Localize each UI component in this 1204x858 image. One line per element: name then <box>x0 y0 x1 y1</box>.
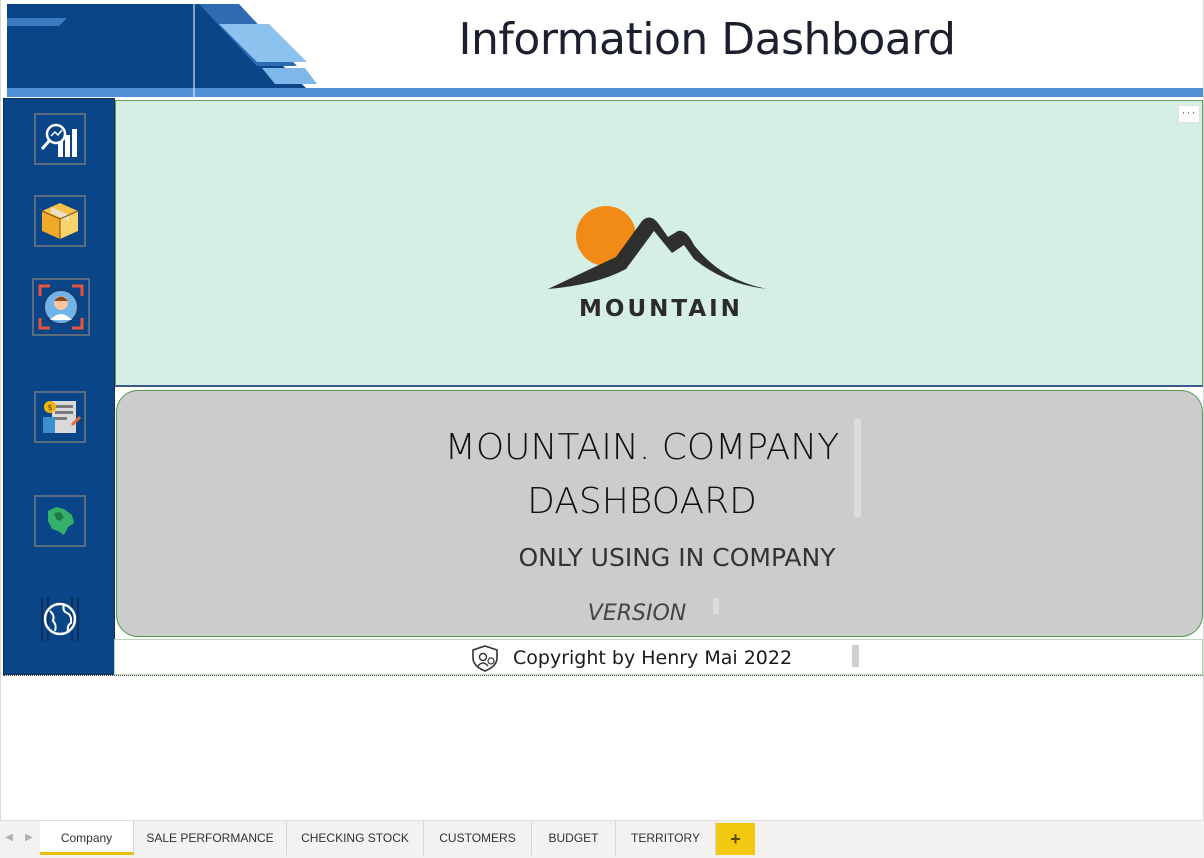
logo-wordmark: MOUNTAIN <box>579 296 743 322</box>
nav-button-sale-performance[interactable] <box>34 113 86 165</box>
svg-text:$: $ <box>47 403 52 412</box>
tab-scroll-left-icon[interactable]: ◀ <box>0 821 18 855</box>
card-title-line1: MOUNTAIN. COMPANY <box>444 427 840 468</box>
box-icon <box>41 203 79 239</box>
tab-customers[interactable]: CUSTOMERS <box>424 821 532 855</box>
text-scrollbar[interactable] <box>854 419 861 517</box>
version-scrollbar[interactable] <box>713 598 719 614</box>
globe-icon <box>41 597 79 641</box>
add-page-button[interactable]: + <box>716 823 755 855</box>
copyright-bar: Copyright by Henry Mai 2022 <box>114 639 1203 675</box>
card-version: VERSION <box>587 601 687 626</box>
tab-scroll-right-icon[interactable]: ▶ <box>20 821 38 855</box>
card-title-line2: DASHBOARD <box>527 481 757 522</box>
card-title: MOUNTAIN. COMPANY DASHBOARD <box>417 421 867 529</box>
tab-sale-performance[interactable]: SALE PERFORMANCE <box>134 821 287 855</box>
page-title: Information Dashboard <box>458 14 956 65</box>
budget-icon: $ <box>43 401 82 433</box>
report-canvas: Information Dashboard $ ··· MOUNTAIN MOU… <box>0 0 1204 820</box>
nav-button-budget[interactable]: $ <box>34 391 86 443</box>
copyright-scrollbar[interactable] <box>852 645 859 667</box>
nav-button-territory-globe[interactable] <box>34 593 86 645</box>
more-options-button[interactable]: ··· <box>1178 105 1200 123</box>
nav-button-customers[interactable] <box>32 278 90 336</box>
card-subtitle: ONLY USING IN COMPANY <box>518 543 836 572</box>
tab-budget[interactable]: BUDGET <box>532 821 616 855</box>
nav-button-checking-stock[interactable] <box>34 195 86 247</box>
copyright-text: Copyright by Henry Mai 2022 <box>513 647 793 669</box>
tab-territory[interactable]: TERRITORY <box>616 821 716 855</box>
tab-company[interactable]: Company <box>40 821 134 855</box>
tab-checking-stock[interactable]: CHECKING STOCK <box>287 821 424 855</box>
map-icon <box>48 507 74 535</box>
header-banner: Information Dashboard <box>7 4 1203 97</box>
shield-icon <box>472 645 498 672</box>
nav-sidebar: $ <box>3 98 115 675</box>
sales-chart-icon <box>40 123 77 157</box>
logo-panel: ··· MOUNTAIN <box>115 100 1203 387</box>
nav-button-territory-map[interactable] <box>34 495 86 547</box>
mountain-logo-icon <box>548 206 768 289</box>
info-card: MOUNTAIN. COMPANY DASHBOARD ONLY USING I… <box>116 390 1203 637</box>
page-tab-bar: ◀ ▶ Company SALE PERFORMANCE CHECKING ST… <box>0 820 1204 858</box>
canvas-border <box>3 675 1203 676</box>
customer-icon <box>38 284 84 330</box>
